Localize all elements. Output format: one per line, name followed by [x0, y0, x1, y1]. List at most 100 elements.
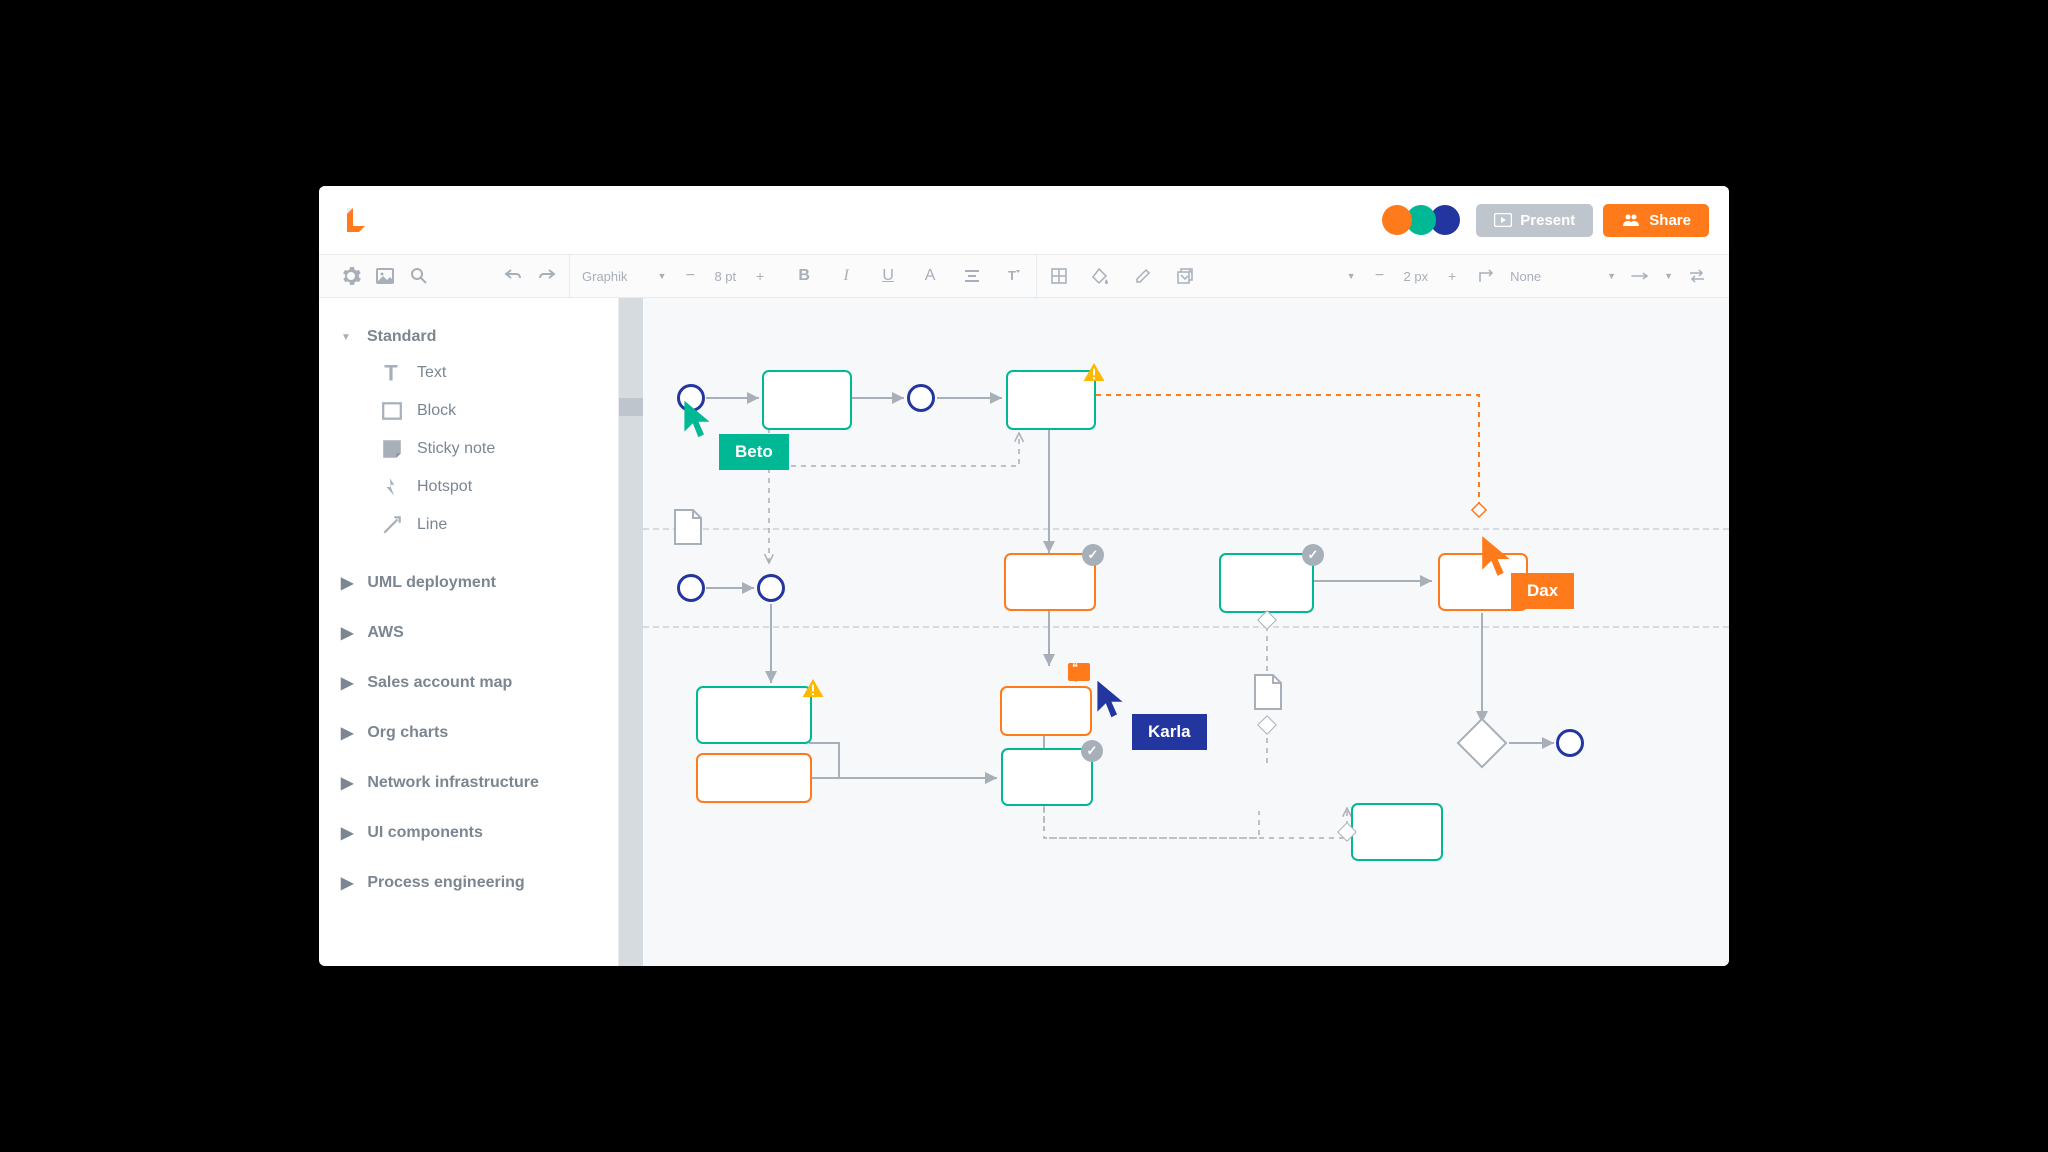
- caret-right-icon: ▶: [341, 623, 353, 643]
- fill-icon[interactable]: [1091, 266, 1111, 286]
- text-dropdown-icon[interactable]: T: [1004, 266, 1024, 286]
- align-icon[interactable]: [962, 266, 982, 286]
- avatar[interactable]: [1382, 205, 1412, 235]
- decision-node[interactable]: [1257, 715, 1277, 735]
- caret-right-icon: ▶: [341, 823, 353, 843]
- diagram-canvas[interactable]: Beto Karla Dax: [619, 298, 1729, 966]
- collaborator-cursor-dax: Dax: [1479, 533, 1574, 609]
- process-block[interactable]: [1219, 553, 1314, 613]
- comment-icon[interactable]: [1068, 663, 1090, 681]
- category-sales[interactable]: ▶Sales account map: [337, 658, 600, 708]
- app-window: Present Share Graphik▼ − 8 pt + B I U A: [319, 186, 1729, 966]
- increase-font-icon[interactable]: +: [750, 266, 770, 286]
- border-icon[interactable]: [1049, 266, 1069, 286]
- content-area: ▼ Standard T Text Block Sticky note Hots…: [319, 298, 1729, 966]
- category-network[interactable]: ▶Network infrastructure: [337, 758, 600, 808]
- collaborator-cursor-karla: Karla: [1094, 678, 1207, 750]
- svg-text:T: T: [1008, 268, 1016, 283]
- connector-icon[interactable]: [1476, 266, 1496, 286]
- shape-block[interactable]: Block: [337, 392, 600, 430]
- process-block[interactable]: [696, 753, 812, 803]
- decrease-font-icon[interactable]: −: [680, 266, 700, 286]
- caret-right-icon: ▶: [341, 673, 353, 693]
- shape-hotspot[interactable]: Hotspot: [337, 468, 600, 506]
- warning-badge-icon: [801, 678, 825, 698]
- toolbar: Graphik▼ − 8 pt + B I U A T ▼ − 2 px + N: [319, 254, 1729, 298]
- check-badge-icon: [1082, 544, 1104, 566]
- cursor-icon: [1094, 678, 1126, 720]
- cursor-icon: [681, 398, 713, 440]
- category-uml[interactable]: ▶UML deployment: [337, 558, 600, 608]
- process-block[interactable]: [1004, 553, 1096, 611]
- pencil-icon[interactable]: [1133, 266, 1153, 286]
- image-icon[interactable]: [375, 266, 395, 286]
- caret-down-icon: ▼: [341, 332, 353, 343]
- caret-right-icon: ▶: [341, 873, 353, 893]
- caret-right-icon: ▶: [341, 773, 353, 793]
- share-button[interactable]: Share: [1603, 204, 1709, 237]
- collaborator-avatars[interactable]: [1388, 205, 1460, 235]
- text-color-icon[interactable]: A: [920, 266, 940, 286]
- cursor-icon: [1479, 533, 1513, 579]
- header-bar: Present Share: [319, 186, 1729, 254]
- collaborator-cursor-beto: Beto: [681, 398, 789, 470]
- process-block[interactable]: [1000, 686, 1092, 736]
- event-node[interactable]: [907, 384, 935, 412]
- ruler-indicator: [619, 398, 643, 416]
- process-block[interactable]: [696, 686, 812, 744]
- svg-text:T: T: [384, 362, 398, 384]
- cursor-label: Karla: [1132, 714, 1207, 750]
- category-ui[interactable]: ▶UI components: [337, 808, 600, 858]
- process-block[interactable]: [1001, 748, 1093, 806]
- cursor-label: Dax: [1511, 573, 1574, 609]
- decrease-stroke-icon[interactable]: −: [1370, 266, 1390, 286]
- present-label: Present: [1520, 212, 1575, 229]
- start-node[interactable]: [677, 574, 705, 602]
- underline-icon[interactable]: U: [878, 266, 898, 286]
- swimlane-divider: [643, 626, 1729, 628]
- font-family-select[interactable]: Graphik▼: [582, 269, 666, 284]
- sticky-note-icon: [381, 438, 403, 460]
- increase-stroke-icon[interactable]: +: [1442, 266, 1462, 286]
- line-icon: [381, 514, 403, 536]
- swimlane-divider: [643, 528, 1729, 530]
- category-aws[interactable]: ▶AWS: [337, 608, 600, 658]
- block-icon: [381, 400, 403, 422]
- people-icon: [1621, 213, 1641, 227]
- chevron-down-icon[interactable]: ▼: [1347, 271, 1356, 281]
- hotspot-icon: [381, 476, 403, 498]
- logo: [339, 204, 371, 236]
- shape-text[interactable]: T Text: [337, 354, 600, 392]
- chevron-down-icon[interactable]: ▼: [1664, 271, 1673, 281]
- stroke-width-value[interactable]: 2 px: [1404, 269, 1429, 284]
- text-icon: T: [381, 362, 403, 384]
- redo-icon[interactable]: [537, 266, 557, 286]
- shape-sticky-note[interactable]: Sticky note: [337, 430, 600, 468]
- category-org[interactable]: ▶Org charts: [337, 708, 600, 758]
- search-icon[interactable]: [409, 266, 429, 286]
- present-button[interactable]: Present: [1476, 204, 1593, 237]
- gear-icon[interactable]: [341, 266, 361, 286]
- italic-icon[interactable]: I: [836, 266, 856, 286]
- play-icon: [1494, 213, 1512, 227]
- swap-icon[interactable]: [1687, 266, 1707, 286]
- undo-icon[interactable]: [503, 266, 523, 286]
- arrow-style-icon[interactable]: [1630, 266, 1650, 286]
- caret-right-icon: ▶: [341, 573, 353, 593]
- check-badge-icon: [1302, 544, 1324, 566]
- bold-icon[interactable]: B: [794, 266, 814, 286]
- process-block[interactable]: [1351, 803, 1443, 861]
- event-node[interactable]: [757, 574, 785, 602]
- category-standard[interactable]: ▼ Standard: [337, 320, 600, 354]
- layers-icon[interactable]: [1175, 266, 1195, 286]
- gateway-node[interactable]: [1457, 718, 1508, 769]
- shape-library-sidebar: ▼ Standard T Text Block Sticky note Hots…: [319, 298, 619, 966]
- warning-badge-icon: [1082, 362, 1106, 382]
- shape-line[interactable]: Line: [337, 506, 600, 544]
- end-node[interactable]: [1556, 729, 1584, 757]
- line-style-select[interactable]: None▼: [1510, 269, 1616, 284]
- font-size-value[interactable]: 8 pt: [714, 269, 736, 284]
- category-process[interactable]: ▶Process engineering: [337, 858, 600, 908]
- document-icon[interactable]: [673, 508, 703, 546]
- document-icon[interactable]: [1253, 673, 1283, 711]
